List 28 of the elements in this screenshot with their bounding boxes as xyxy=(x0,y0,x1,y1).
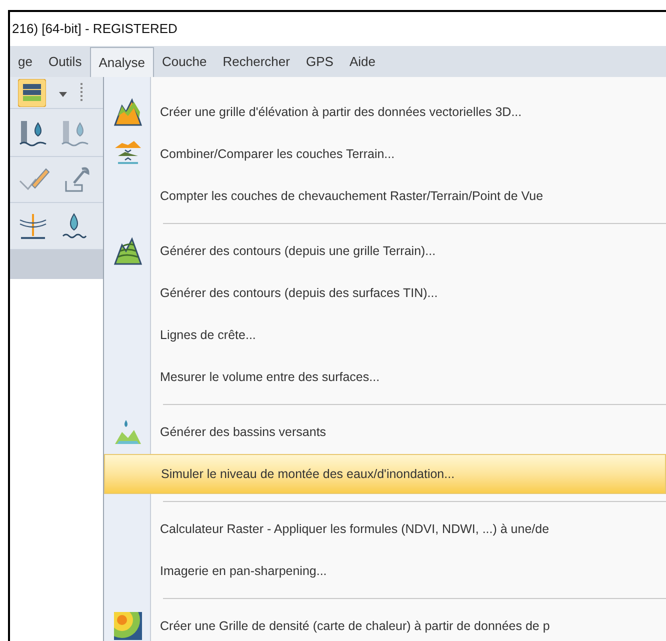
contour-mountain-icon xyxy=(114,237,142,265)
window-title: 216) [64-bit] - REGISTERED xyxy=(12,20,178,38)
menu-item[interactable]: Générer des bassins versants xyxy=(104,411,666,453)
menu-item[interactable]: Combiner/Comparer les couches Terrain... xyxy=(104,133,666,175)
menu-item[interactable]: Créer une Grille de densité (carte de chaleur) à partir de données de p xyxy=(104,605,666,641)
water-drop-icon[interactable] xyxy=(60,212,88,240)
watershed-icon xyxy=(114,418,142,446)
heat-map-icon xyxy=(114,612,142,640)
menu-bar-item[interactable]: GPS xyxy=(298,47,342,77)
menu-item[interactable]: Générer des contours (depuis une grille Terrain)... xyxy=(104,230,666,272)
menu-item[interactable]: Créer une grille d'élévation à partir des données vectorielles 3D... xyxy=(104,91,666,133)
menu-bar-item[interactable]: ge xyxy=(10,47,40,77)
menu-item[interactable]: Calculateur Raster - Appliquer les formules (NDVI, NDWI, ...) à une/de xyxy=(104,508,666,550)
power-line-icon[interactable] xyxy=(18,212,48,240)
menu-item[interactable]: Lignes de crête... xyxy=(104,314,666,356)
grip-icon xyxy=(80,82,83,104)
menu-item[interactable]: Générer des contours (depuis des surfaces TIN)... xyxy=(104,272,666,314)
layers-button-icon[interactable] xyxy=(18,78,46,106)
menu-bar-item[interactable]: Analyse xyxy=(90,47,154,77)
menu-item[interactable]: Compter les couches de chevauchement Raster/Terrain/Point de Vue xyxy=(104,175,666,217)
menu-item[interactable]: Imagerie en pan-sharpening... xyxy=(104,550,666,592)
menu-bar-item[interactable]: Rechercher xyxy=(214,47,298,77)
menu-item[interactable]: Mesurer le volume entre des surfaces... xyxy=(104,356,666,398)
menu-bar-item[interactable]: Couche xyxy=(154,47,215,77)
menu-bar-item[interactable]: Outils xyxy=(40,47,90,77)
menu-item[interactable]: Simuler le niveau de montée des eaux/d'inondation... xyxy=(104,454,666,494)
menu-bar-item[interactable]: Aide xyxy=(341,47,384,77)
mountain-icon xyxy=(114,98,142,126)
